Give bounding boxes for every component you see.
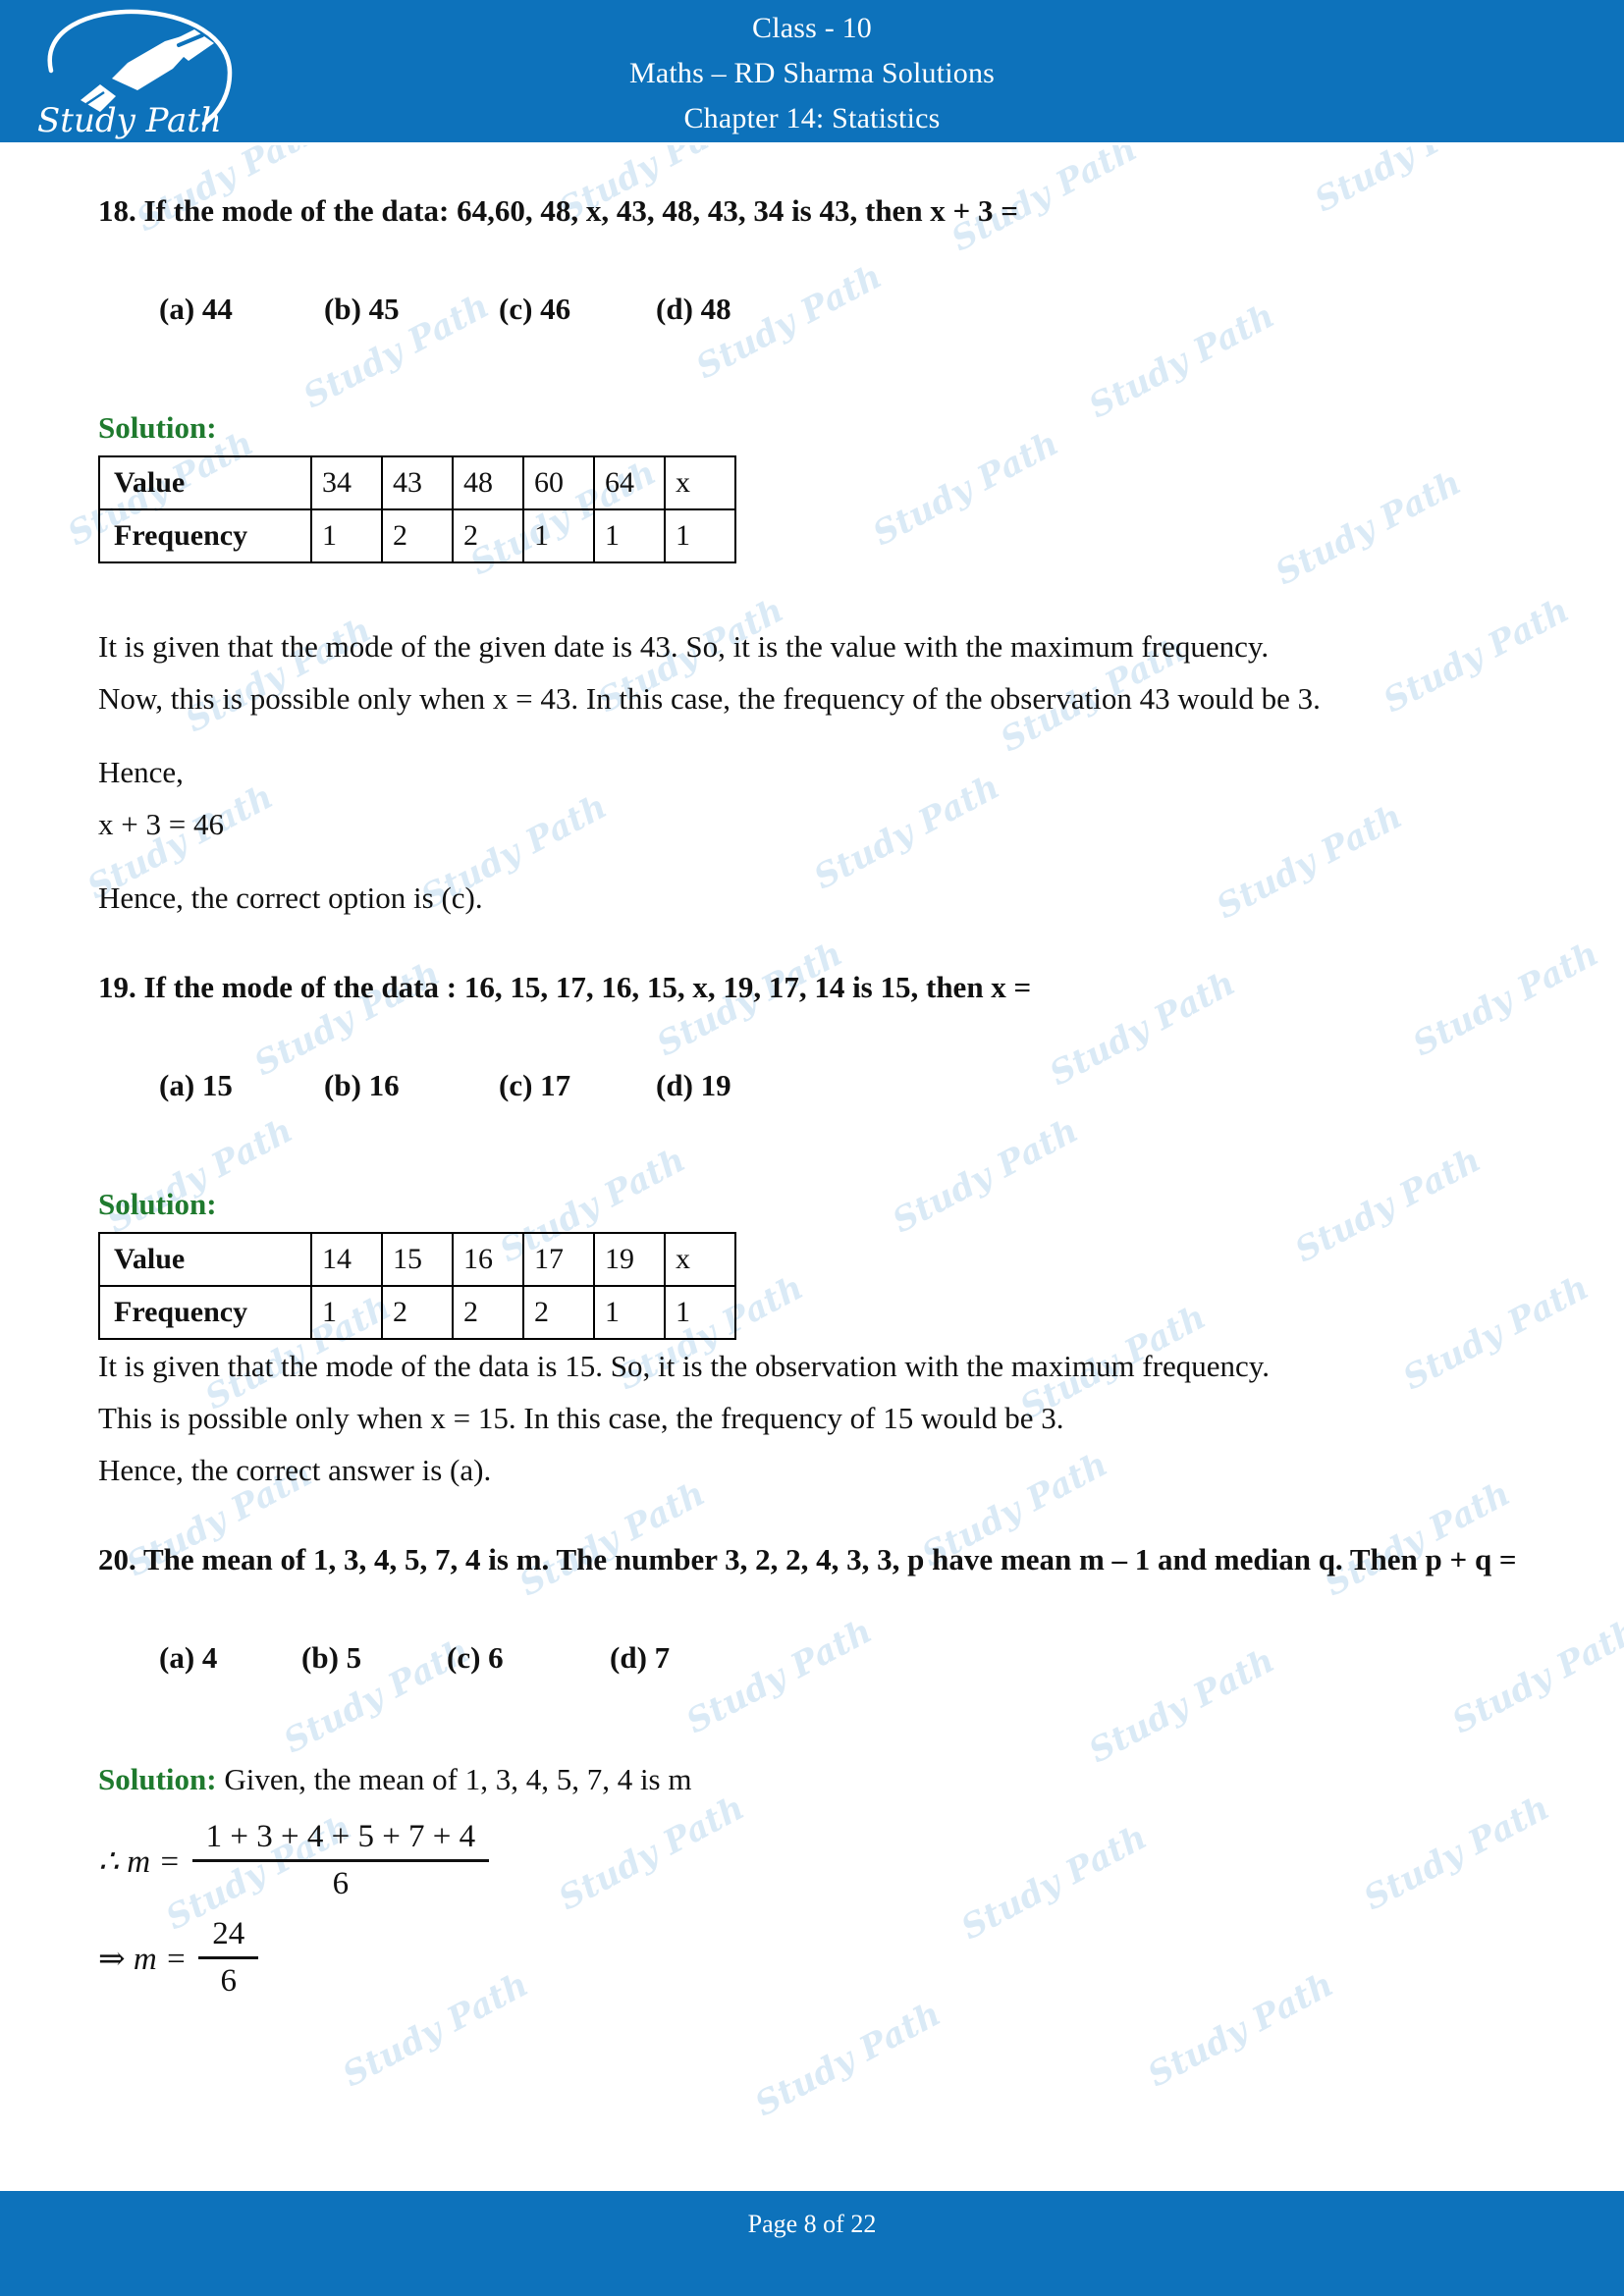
solution-label-19: Solution: (98, 1187, 217, 1221)
frequency-table-19: Value 14 15 16 17 19 x Frequency 1 2 2 2… (98, 1232, 736, 1340)
frequency-cell: 1 (310, 1285, 383, 1340)
equation-2: ⇒ m = 24 6 (98, 1916, 1526, 2000)
value-cell: 16 (452, 1232, 524, 1287)
value-cell: 43 (381, 455, 454, 510)
frequency-table-18: Value 34 43 48 60 64 x Frequency 1 2 2 1… (98, 455, 736, 563)
row-label-frequency: Frequency (98, 508, 312, 563)
watermark: Study Path (748, 1994, 947, 2125)
question-18-prompt: If the mode of the data: 64,60, 48, x, 4… (143, 193, 1018, 228)
value-cell: 34 (310, 455, 383, 510)
frequency-cell: 1 (310, 508, 383, 563)
row-label-value: Value (98, 455, 312, 510)
question-19-conclusion: Hence, the correct answer is (a). (98, 1453, 492, 1487)
value-cell: x (664, 455, 736, 510)
question-19-number: 19. (98, 970, 136, 1004)
option-b[interactable]: (b) 16 (324, 1061, 499, 1110)
question-20-text: 20. The mean of 1, 3, 4, 5, 7, 4 is m. T… (98, 1535, 1526, 1584)
question-18-paragraph-2: Now, this is possible only when x = 43. … (98, 681, 1321, 716)
solution-label-18: Solution: (98, 410, 217, 445)
value-cell: 19 (593, 1232, 666, 1287)
question-18-options: (a) 44 (b) 45 (c) 46 (d) 48 (98, 236, 1526, 383)
question-18-hence-label: Hence, (98, 755, 184, 789)
frequency-cell: 1 (593, 1285, 666, 1340)
question-18-number: 18. (98, 193, 136, 228)
question-20-solution-line: Solution: Given, the mean of 1, 3, 4, 5,… (98, 1753, 1526, 1805)
value-cell: 15 (381, 1232, 454, 1287)
value-cell: x (664, 1232, 736, 1287)
equation-2-lead: ⇒ m = (98, 1941, 188, 1977)
question-19-prompt: If the mode of the data : 16, 15, 17, 16… (143, 970, 1032, 1004)
value-cell: 60 (522, 455, 595, 510)
option-a[interactable]: (a) 15 (159, 1061, 324, 1110)
fraction-1: 1 + 3 + 4 + 5 + 7 + 4 6 (191, 1819, 490, 1902)
frequency-cell: 1 (664, 508, 736, 563)
question-block-19: 19. If the mode of the data : 16, 15, 17… (98, 963, 1526, 1496)
question-block-20: 20. The mean of 1, 3, 4, 5, 7, 4 is m. T… (98, 1535, 1526, 2000)
value-cell: 14 (310, 1232, 383, 1287)
header-divider (0, 142, 1624, 145)
value-cell: 17 (522, 1232, 595, 1287)
option-a[interactable]: (a) 44 (159, 285, 324, 334)
question-18-hence-equation: x + 3 = 46 (98, 807, 224, 841)
header-class: Class - 10 (752, 12, 872, 44)
equation-1-lead: ∴ m = (98, 1843, 181, 1880)
question-18-conclusion: Hence, the correct option is (c). (98, 881, 483, 915)
document-body: 18. If the mode of the data: 64,60, 48, … (0, 187, 1624, 2000)
row-label-frequency: Frequency (98, 1285, 312, 1340)
value-cell: 48 (452, 455, 524, 510)
option-c[interactable]: (c) 46 (499, 285, 656, 334)
header-titles: Class - 10 Maths – RD Sharma Solutions C… (0, 0, 1624, 141)
frequency-cell: 1 (593, 508, 666, 563)
question-20-number: 20. (98, 1542, 136, 1576)
fraction-2: 24 6 (198, 1916, 259, 2000)
fraction-1-denominator: 6 (332, 1866, 350, 1901)
frequency-cell: 2 (452, 508, 524, 563)
question-20-solution-intro: Given, the mean of 1, 3, 4, 5, 7, 4 is m (224, 1762, 692, 1796)
value-cell: 64 (593, 455, 666, 510)
option-b[interactable]: (b) 45 (324, 285, 499, 334)
frequency-cell: 2 (381, 1285, 454, 1340)
question-18-text: 18. If the mode of the data: 64,60, 48, … (98, 187, 1526, 236)
fraction-2-numerator: 24 (212, 1916, 245, 1951)
option-d[interactable]: (d) 7 (610, 1633, 670, 1682)
frequency-cell: 2 (381, 508, 454, 563)
question-19-options: (a) 15 (b) 16 (c) 17 (d) 19 (98, 1012, 1526, 1159)
option-c[interactable]: (c) 6 (447, 1633, 610, 1682)
page-header: Study Path Class - 10 Maths – RD Sharma … (0, 0, 1624, 145)
table-row: Value 14 15 16 17 19 x (98, 1232, 736, 1287)
table-row: Frequency 1 2 2 2 1 1 (98, 1285, 736, 1340)
row-label-value: Value (98, 1232, 312, 1287)
question-block-18: 18. If the mode of the data: 64,60, 48, … (98, 187, 1526, 924)
option-c[interactable]: (c) 17 (499, 1061, 656, 1110)
option-b[interactable]: (b) 5 (301, 1633, 447, 1682)
question-19-text: 19. If the mode of the data : 16, 15, 17… (98, 963, 1526, 1012)
question-20-prompt: The mean of 1, 3, 4, 5, 7, 4 is m. The n… (142, 1542, 1517, 1576)
frequency-cell: 1 (664, 1285, 736, 1340)
option-d[interactable]: (d) 48 (656, 285, 803, 334)
solution-label-20: Solution: (98, 1762, 217, 1796)
table-row: Frequency 1 2 2 1 1 1 (98, 508, 736, 563)
frequency-cell: 2 (522, 1285, 595, 1340)
footer-divider (0, 2188, 1624, 2191)
question-19-paragraph-2: This is possible only when x = 15. In th… (98, 1401, 1064, 1435)
document-page: Study Path Class - 10 Maths – RD Sharma … (0, 0, 1624, 2296)
option-d[interactable]: (d) 19 (656, 1061, 803, 1110)
fraction-2-denominator: 6 (220, 1963, 238, 1999)
question-20-options: (a) 4 (b) 5 (c) 6 (d) 7 (98, 1584, 1526, 1732)
page-number: Page 8 of 22 (747, 2210, 877, 2238)
frequency-cell: 1 (522, 508, 595, 563)
option-a[interactable]: (a) 4 (159, 1633, 301, 1682)
equation-1: ∴ m = 1 + 3 + 4 + 5 + 7 + 4 6 (98, 1819, 1526, 1902)
table-row: Value 34 43 48 60 64 x (98, 455, 736, 510)
page-footer: Page 8 of 22 (0, 2188, 1624, 2296)
fraction-1-numerator: 1 + 3 + 4 + 5 + 7 + 4 (205, 1819, 476, 1854)
frequency-cell: 2 (452, 1285, 524, 1340)
question-18-paragraph-1: It is given that the mode of the given d… (98, 629, 1270, 664)
question-19-paragraph-1: It is given that the mode of the data is… (98, 1349, 1270, 1383)
header-chapter: Chapter 14: Statistics (683, 102, 941, 134)
header-subject: Maths – RD Sharma Solutions (628, 57, 996, 89)
